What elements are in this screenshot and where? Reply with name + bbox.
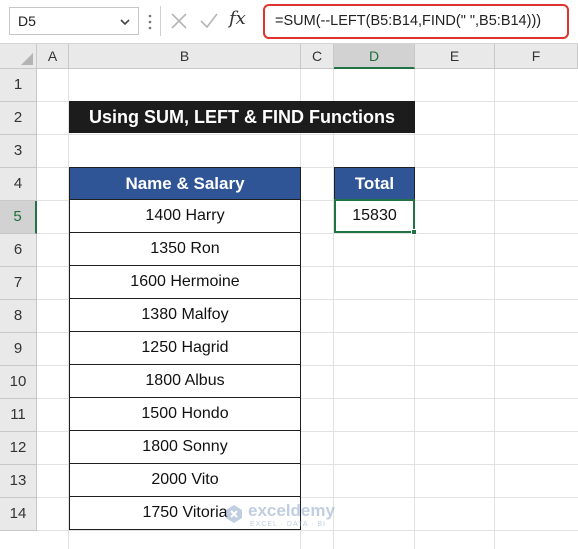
watermark-tagline: EXCEL · DATA · BI bbox=[250, 521, 326, 528]
gridline bbox=[414, 69, 415, 549]
name-box-value: D5 bbox=[18, 13, 36, 29]
close-icon[interactable] bbox=[169, 11, 189, 31]
table-row[interactable]: 1800 Sonny bbox=[69, 430, 301, 464]
chevron-down-icon[interactable] bbox=[119, 16, 131, 28]
row-header-2[interactable]: 2 bbox=[0, 102, 37, 135]
table-row[interactable]: 1600 Hermoine bbox=[69, 265, 301, 299]
total-value-cell[interactable]: 15830 bbox=[334, 199, 415, 233]
row-header-10[interactable]: 10 bbox=[0, 366, 37, 399]
column-header-f[interactable]: F bbox=[495, 44, 578, 69]
column-header-c[interactable]: C bbox=[301, 44, 334, 69]
row-header-14[interactable]: 14 bbox=[0, 498, 37, 531]
row-header-7[interactable]: 7 bbox=[0, 267, 37, 300]
name-box[interactable]: D5 bbox=[9, 7, 139, 35]
exceldemy-watermark: exceldemy EXCEL · DATA · BI bbox=[222, 499, 372, 533]
gridline bbox=[494, 69, 495, 549]
table-row[interactable]: 1250 Hagrid bbox=[69, 331, 301, 365]
table-row[interactable]: 2000 Vito bbox=[69, 463, 301, 497]
table-row[interactable]: 1380 Malfoy bbox=[69, 298, 301, 332]
gridline bbox=[37, 134, 578, 135]
more-options-icon[interactable] bbox=[147, 12, 153, 32]
exceldemy-logo-icon bbox=[226, 505, 242, 523]
row-header-11[interactable]: 11 bbox=[0, 399, 37, 432]
check-icon[interactable] bbox=[199, 11, 219, 31]
column-header-e[interactable]: E bbox=[415, 44, 495, 69]
row-header-9[interactable]: 9 bbox=[0, 333, 37, 366]
column-header-d[interactable]: D bbox=[334, 44, 415, 69]
table-row[interactable]: 1350 Ron bbox=[69, 232, 301, 266]
row-header-1[interactable]: 1 bbox=[0, 69, 37, 102]
row-header-3[interactable]: 3 bbox=[0, 135, 37, 168]
select-all-button[interactable] bbox=[0, 44, 37, 69]
formula-bar: D5 fx =SUM(--LEFT(B5:B14,FIND(" ",B5:B14… bbox=[0, 0, 578, 44]
insert-function-button[interactable]: fx bbox=[229, 8, 246, 29]
formula-text: =SUM(--LEFT(B5:B14,FIND(" ",B5:B14))) bbox=[275, 13, 542, 29]
table-header-total[interactable]: Total bbox=[334, 167, 415, 200]
fill-handle[interactable] bbox=[411, 229, 417, 235]
gridline bbox=[333, 69, 334, 549]
column-header-b[interactable]: B bbox=[69, 44, 301, 69]
row-header-6[interactable]: 6 bbox=[0, 234, 37, 267]
formula-bar-divider bbox=[160, 6, 161, 36]
row-header-8[interactable]: 8 bbox=[0, 300, 37, 333]
table-row[interactable]: 1500 Hondo bbox=[69, 397, 301, 431]
column-header-a[interactable]: A bbox=[37, 44, 69, 69]
sheet-title[interactable]: Using SUM, LEFT & FIND Functions bbox=[69, 101, 415, 133]
row-header-4[interactable]: 4 bbox=[0, 168, 37, 201]
table-row[interactable]: 1400 Harry bbox=[69, 199, 301, 233]
row-header-12[interactable]: 12 bbox=[0, 432, 37, 465]
select-all-triangle-icon bbox=[21, 53, 33, 65]
formula-input[interactable]: =SUM(--LEFT(B5:B14,FIND(" ",B5:B14))) bbox=[263, 4, 569, 39]
table-header-name-salary[interactable]: Name & Salary bbox=[69, 167, 301, 200]
row-header-5[interactable]: 5 bbox=[0, 201, 37, 234]
row-header-13[interactable]: 13 bbox=[0, 465, 37, 498]
watermark-name: exceldemy bbox=[248, 501, 335, 520]
table-row[interactable]: 1800 Albus bbox=[69, 364, 301, 398]
